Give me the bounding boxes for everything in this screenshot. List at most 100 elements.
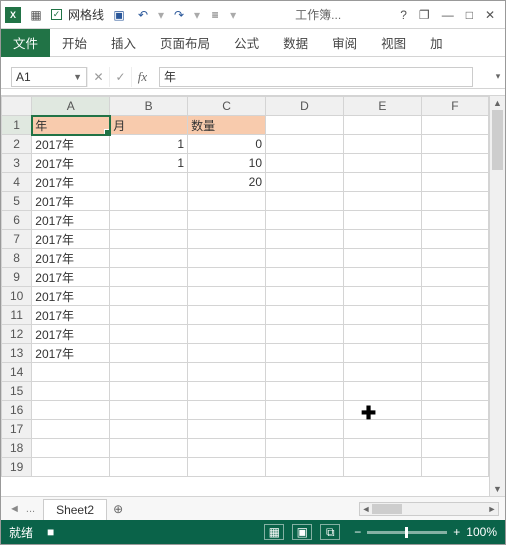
- cell-F6[interactable]: [421, 211, 488, 230]
- cell-A12[interactable]: 2017年: [32, 325, 110, 344]
- worksheet-grid[interactable]: A B C D E F 1 年 月 数量 22017年10 32017年110 …: [1, 96, 489, 496]
- cell-C5[interactable]: [188, 192, 266, 211]
- close-button[interactable]: ✕: [485, 8, 495, 22]
- col-header-B[interactable]: B: [110, 97, 188, 116]
- select-all-corner[interactable]: [2, 97, 32, 116]
- cell-B3[interactable]: 1: [110, 154, 188, 173]
- gridlines-checkbox[interactable]: ✓: [51, 9, 62, 20]
- cell-D12[interactable]: [266, 325, 344, 344]
- maximize-button[interactable]: □: [466, 8, 473, 22]
- cell-C18[interactable]: [188, 439, 266, 458]
- col-header-A[interactable]: A: [32, 97, 110, 116]
- tab-page-layout[interactable]: 页面布局: [148, 29, 222, 57]
- cell-B6[interactable]: [110, 211, 188, 230]
- tab-data[interactable]: 数据: [271, 29, 320, 57]
- formula-expand-button[interactable]: ▾: [491, 71, 505, 82]
- row-header-9[interactable]: 9: [2, 268, 32, 287]
- cell-B10[interactable]: [110, 287, 188, 306]
- cell-E15[interactable]: [343, 382, 421, 401]
- cell-F13[interactable]: [421, 344, 488, 363]
- cell-B1[interactable]: 月: [110, 116, 188, 135]
- row-header-7[interactable]: 7: [2, 230, 32, 249]
- cell-E10[interactable]: [343, 287, 421, 306]
- cell-D2[interactable]: [266, 135, 344, 154]
- cell-F19[interactable]: [421, 458, 488, 477]
- cell-C9[interactable]: [188, 268, 266, 287]
- cell-A15[interactable]: [32, 382, 110, 401]
- cell-A17[interactable]: [32, 420, 110, 439]
- save-button[interactable]: ▣: [110, 6, 128, 24]
- cell-E8[interactable]: [343, 249, 421, 268]
- cell-F18[interactable]: [421, 439, 488, 458]
- cell-F9[interactable]: [421, 268, 488, 287]
- cell-B5[interactable]: [110, 192, 188, 211]
- name-box-dropdown-icon[interactable]: ▼: [73, 72, 82, 82]
- cell-D10[interactable]: [266, 287, 344, 306]
- insert-function-button[interactable]: fx: [131, 67, 153, 87]
- cell-E13[interactable]: [343, 344, 421, 363]
- vscroll-thumb[interactable]: [492, 110, 503, 170]
- cell-F3[interactable]: [421, 154, 488, 173]
- cell-D15[interactable]: [266, 382, 344, 401]
- cell-D11[interactable]: [266, 306, 344, 325]
- sheet-tab-active[interactable]: Sheet2: [43, 499, 107, 521]
- cell-A13[interactable]: 2017年: [32, 344, 110, 363]
- cell-A16[interactable]: [32, 401, 110, 420]
- col-header-E[interactable]: E: [343, 97, 421, 116]
- cell-A14[interactable]: [32, 363, 110, 382]
- cell-B16[interactable]: [110, 401, 188, 420]
- cell-D16[interactable]: [266, 401, 344, 420]
- cell-C6[interactable]: [188, 211, 266, 230]
- cell-E6[interactable]: [343, 211, 421, 230]
- col-header-C[interactable]: C: [188, 97, 266, 116]
- zoom-value[interactable]: 100%: [466, 525, 497, 539]
- cell-E9[interactable]: [343, 268, 421, 287]
- cell-F7[interactable]: [421, 230, 488, 249]
- cell-A11[interactable]: 2017年: [32, 306, 110, 325]
- cell-E16[interactable]: [343, 401, 421, 420]
- cell-D18[interactable]: [266, 439, 344, 458]
- tab-home[interactable]: 开始: [50, 29, 99, 57]
- name-box[interactable]: A1 ▼: [11, 67, 87, 87]
- cell-D4[interactable]: [266, 173, 344, 192]
- cell-D17[interactable]: [266, 420, 344, 439]
- zoom-out-button[interactable]: −: [354, 525, 361, 539]
- grid-icon[interactable]: ▦: [27, 6, 45, 24]
- cell-E5[interactable]: [343, 192, 421, 211]
- cell-D1[interactable]: [266, 116, 344, 135]
- cell-B12[interactable]: [110, 325, 188, 344]
- cell-D13[interactable]: [266, 344, 344, 363]
- cell-B15[interactable]: [110, 382, 188, 401]
- row-header-1[interactable]: 1: [2, 116, 32, 135]
- cell-A9[interactable]: 2017年: [32, 268, 110, 287]
- view-page-break-button[interactable]: ⧉: [320, 524, 340, 540]
- cell-D9[interactable]: [266, 268, 344, 287]
- add-sheet-button[interactable]: ⊕: [107, 502, 129, 516]
- row-header-10[interactable]: 10: [2, 287, 32, 306]
- cell-C2[interactable]: 0: [188, 135, 266, 154]
- cell-E2[interactable]: [343, 135, 421, 154]
- cell-B19[interactable]: [110, 458, 188, 477]
- undo-button[interactable]: ↶: [134, 6, 152, 24]
- cell-F15[interactable]: [421, 382, 488, 401]
- cell-F10[interactable]: [421, 287, 488, 306]
- tab-formulas[interactable]: 公式: [222, 29, 271, 57]
- formula-cancel-button[interactable]: ✕: [87, 67, 109, 87]
- cell-A5[interactable]: 2017年: [32, 192, 110, 211]
- row-header-16[interactable]: 16: [2, 401, 32, 420]
- row-header-17[interactable]: 17: [2, 420, 32, 439]
- list-icon[interactable]: ≡: [206, 6, 224, 24]
- cell-C19[interactable]: [188, 458, 266, 477]
- cell-E12[interactable]: [343, 325, 421, 344]
- hscroll-thumb[interactable]: [372, 504, 402, 514]
- cell-D6[interactable]: [266, 211, 344, 230]
- cell-D8[interactable]: [266, 249, 344, 268]
- cell-F2[interactable]: [421, 135, 488, 154]
- row-header-4[interactable]: 4: [2, 173, 32, 192]
- minimize-button[interactable]: —: [442, 8, 454, 22]
- formula-confirm-button[interactable]: ✓: [109, 67, 131, 87]
- cell-C3[interactable]: 10: [188, 154, 266, 173]
- row-header-13[interactable]: 13: [2, 344, 32, 363]
- cell-F1[interactable]: [421, 116, 488, 135]
- sheet-nav-more[interactable]: ...: [26, 503, 35, 515]
